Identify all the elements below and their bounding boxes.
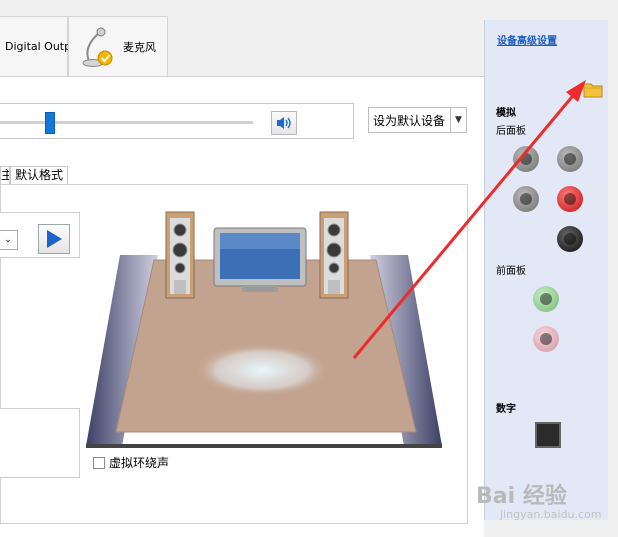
watermark-logo: Bai 经验 [476, 484, 567, 509]
volume-slider-thumb[interactable] [45, 112, 55, 134]
rear-panel-label: 后面板 [496, 126, 526, 137]
window-top-strip [0, 0, 618, 8]
watermark-url: jingyan.baidu.com [500, 508, 602, 521]
floor-edge [86, 444, 442, 448]
virtual-surround-label: 虚拟环绕声 [109, 456, 170, 470]
device-tab-digital-output[interactable]: Digital Output [0, 16, 82, 76]
speaker-config-dropdown[interactable]: ⌄ [0, 230, 18, 250]
front-jack-green[interactable] [533, 286, 559, 312]
analog-section-title: 模拟 [496, 108, 516, 119]
digital-section-title: 数字 [496, 404, 516, 415]
tv-icon [213, 227, 307, 292]
front-jack-pink[interactable] [533, 326, 559, 352]
microphone-icon [82, 27, 113, 67]
set-default-label: 设为默认设备 [373, 113, 446, 128]
subtab-bar: 主 默认格式 [0, 166, 69, 184]
digital-port-icon[interactable] [535, 422, 561, 448]
rear-jack-red[interactable] [557, 186, 583, 212]
rear-jack-grey-1[interactable] [513, 146, 539, 172]
connector-settings-panel: 设备高级设置 模拟 后面板 前面板 数字 [484, 20, 608, 520]
subtab-truncated[interactable]: 主 [0, 166, 10, 184]
volume-slider-track[interactable] [0, 121, 253, 124]
chevron-down-icon: ⌄ [4, 235, 12, 245]
speaker-options-box [0, 408, 80, 478]
play-test-button[interactable] [38, 224, 70, 254]
right-speaker-icon[interactable] [319, 211, 349, 299]
advanced-settings-link[interactable]: 设备高级设置 [497, 32, 557, 47]
left-speaker-icon[interactable] [165, 211, 195, 299]
virtual-surround-checkbox[interactable] [93, 456, 105, 469]
mute-button[interactable] [271, 111, 297, 135]
volume-control [0, 103, 354, 139]
rear-jack-black[interactable] [557, 226, 583, 252]
chevron-down-icon[interactable]: ▼ [450, 108, 466, 132]
device-tab-microphone[interactable]: 麦克风 [68, 16, 168, 76]
speaker-icon [277, 117, 291, 129]
listener-glow [196, 344, 328, 396]
folder-icon[interactable] [583, 80, 603, 98]
rear-jack-grey-3[interactable] [513, 186, 539, 212]
rear-jack-grey-2[interactable] [557, 146, 583, 172]
device-tab-microphone-label: 麦克风 [123, 40, 156, 54]
set-default-device-button[interactable]: 设为默认设备 ▼ [368, 107, 467, 133]
front-panel-label: 前面板 [496, 266, 526, 277]
play-icon [47, 230, 62, 248]
room-visualization [86, 211, 442, 448]
subtab-default-format[interactable]: 默认格式 [10, 166, 69, 184]
virtual-surround-option[interactable]: 虚拟环绕声 [93, 454, 169, 471]
